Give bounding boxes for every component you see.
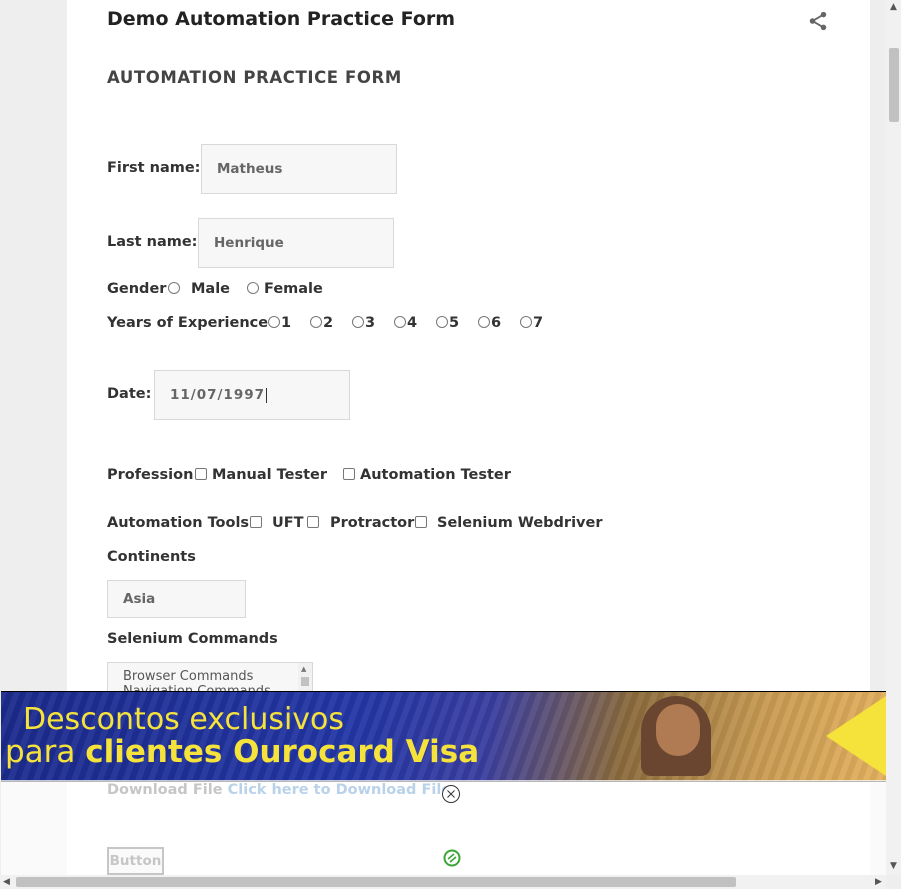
download-label-text: Download File [107,782,223,798]
vertical-scroll-thumb[interactable] [889,48,899,122]
experience-option: 1 [281,315,292,331]
experience-option: 2 [323,315,334,331]
scroll-left-arrow-icon[interactable]: ◀ [3,877,10,887]
ad-person-head [656,704,700,756]
tool-uft-label: UFT [272,515,304,531]
last-name-label: Last name: [107,234,198,250]
continents-select[interactable]: Asia [107,580,246,618]
tool-uft-checkbox[interactable] [250,516,262,528]
experience-radio[interactable] [394,316,406,328]
experience-radio[interactable] [310,316,322,328]
ad-line-2: para clientes Ourocard Visa [5,734,479,770]
profession-manual-checkbox[interactable] [195,468,207,480]
experience-option: 4 [407,315,418,331]
list-scrollbar[interactable]: ▲ [298,663,312,691]
close-ad-icon[interactable] [441,784,461,804]
form-heading: AUTOMATION PRACTICE FORM [107,68,402,87]
gender-male-radio[interactable] [168,282,180,294]
page-title: Demo Automation Practice Form [107,8,456,30]
share-icon[interactable] [807,10,829,32]
scroll-down-arrow-icon[interactable]: ▼ [890,861,897,871]
profession-automation-checkbox[interactable] [343,468,355,480]
experience-option: 6 [491,315,502,331]
text-cursor [266,387,268,403]
profession-label: Profession [107,467,194,483]
date-label: Date: [107,386,152,402]
selenium-commands-list[interactable]: Browser Commands Navigation Commands ▲ [107,662,313,692]
first-name-input[interactable]: Matheus [201,144,397,194]
scroll-right-arrow-icon[interactable]: ▶ [875,877,882,887]
experience-radio[interactable] [268,316,280,328]
profession-automation-label: Automation Tester [360,467,511,483]
experience-label: Years of Experience [107,315,269,331]
scroll-up-arrow-icon[interactable]: ▲ [890,2,897,12]
last-name-input[interactable]: Henrique [198,218,394,268]
vertical-scrollbar[interactable] [886,0,901,875]
ad-banner[interactable]: Descontos exclusivos para clientes Ouroc… [1,691,886,782]
date-value: 11/07/1997 [170,387,266,403]
download-file-label: Download File Click here to Download Fil… [107,782,451,798]
profession-manual-label: Manual Tester [212,467,328,483]
horizontal-scroll-thumb[interactable] [16,877,736,887]
list-scroll-thumb[interactable] [301,677,309,686]
gender-male-label: Male [191,281,231,297]
experience-radio[interactable] [478,316,490,328]
ad-arrow-icon [826,696,886,776]
first-name-label: First name: [107,160,201,176]
selenium-commands-label: Selenium Commands [107,631,278,647]
tool-selenium-label: Selenium Webdriver [437,515,603,531]
experience-option: 3 [365,315,376,331]
experience-radio[interactable] [352,316,364,328]
download-file-link[interactable]: Click here to Download File [228,782,452,798]
continents-label: Continents [107,549,196,565]
button[interactable]: Button [107,847,164,875]
ad-line-1: Descontos exclusivos [23,702,345,737]
tools-label: Automation Tools [107,515,250,531]
list-item[interactable]: Browser Commands [108,669,312,684]
experience-radio[interactable] [436,316,448,328]
experience-option: 5 [449,315,460,331]
experience-radio[interactable] [520,316,532,328]
ad-line-2-bold: clientes Ourocard Visa [85,734,480,770]
tool-selenium-checkbox[interactable] [415,516,427,528]
gender-female-label: Female [264,281,323,297]
experience-option: 7 [533,315,544,331]
gender-label: Gender [107,281,167,297]
date-input[interactable]: 11/07/1997 [154,370,350,420]
tool-protractor-checkbox[interactable] [307,516,319,528]
gender-female-radio[interactable] [247,282,259,294]
ad-line-2-prefix: para [5,734,86,770]
ad-choices-icon[interactable] [443,849,461,867]
list-scroll-up-icon[interactable]: ▲ [301,665,306,673]
tool-protractor-label: Protractor [330,515,415,531]
